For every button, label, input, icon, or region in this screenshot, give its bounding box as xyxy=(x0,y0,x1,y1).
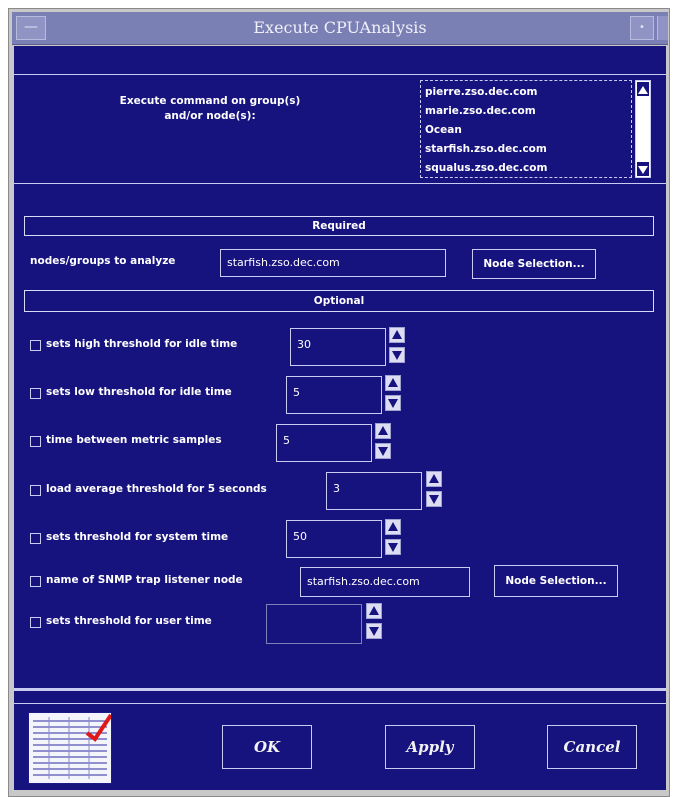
load-average-checkbox[interactable] xyxy=(30,485,41,496)
user-time-checkbox[interactable] xyxy=(30,617,41,628)
nodes-groups-input[interactable]: starfish.zso.dec.com xyxy=(220,249,446,277)
list-item[interactable]: squalus.zso.dec.com xyxy=(425,159,547,178)
option-label: sets high threshold for idle time xyxy=(46,338,238,350)
low-idle-checkbox[interactable] xyxy=(30,388,41,399)
user-time-input[interactable] xyxy=(266,604,362,644)
optional-section-header: Optional xyxy=(24,290,654,312)
arrow-down-icon xyxy=(429,495,439,504)
ok-button[interactable]: OK xyxy=(222,725,312,769)
high-idle-checkbox[interactable] xyxy=(30,340,41,351)
cancel-button[interactable]: Cancel xyxy=(547,725,637,769)
low-idle-input[interactable]: 5 xyxy=(286,376,382,414)
decrement-button[interactable] xyxy=(366,623,382,639)
node-list[interactable]: pierre.zso.dec.com marie.zso.dec.com Oce… xyxy=(420,80,632,178)
arrow-up-icon xyxy=(369,606,379,615)
increment-button[interactable] xyxy=(426,471,442,487)
arrow-up-icon xyxy=(388,522,398,531)
arrow-down-icon xyxy=(392,351,402,360)
window-menu-button[interactable]: — xyxy=(16,16,46,40)
minimize-button[interactable]: • xyxy=(630,16,654,40)
option-label: load average threshold for 5 seconds xyxy=(46,483,267,495)
decrement-button[interactable] xyxy=(385,395,401,411)
logo-icon xyxy=(33,713,113,779)
maximize-button[interactable] xyxy=(657,16,668,40)
snmp-listener-input[interactable]: starfish.zso.dec.com xyxy=(300,567,470,597)
arrow-down-icon xyxy=(638,166,648,174)
metric-samples-input[interactable]: 5 xyxy=(276,424,372,462)
arrow-up-icon xyxy=(429,474,439,483)
metric-samples-checkbox[interactable] xyxy=(30,436,41,447)
arrow-down-icon xyxy=(388,399,398,408)
arrow-up-icon xyxy=(392,330,402,339)
arrow-up-icon xyxy=(388,378,398,387)
list-item[interactable]: marie.zso.dec.com xyxy=(425,102,536,121)
node-list-scrollbar[interactable] xyxy=(635,80,651,178)
system-time-input[interactable]: 50 xyxy=(286,520,382,558)
load-average-input[interactable]: 3 xyxy=(326,472,422,510)
option-label: sets low threshold for idle time xyxy=(46,386,232,398)
decrement-button[interactable] xyxy=(385,539,401,555)
list-item[interactable]: starfish.zso.dec.com xyxy=(425,140,547,159)
decrement-button[interactable] xyxy=(375,443,391,459)
snmp-listener-checkbox[interactable] xyxy=(30,576,41,587)
window-title: Execute CPUAnalysis xyxy=(253,18,427,37)
separator xyxy=(14,74,666,75)
option-label: sets threshold for system time xyxy=(46,531,229,543)
option-label: sets threshold for user time xyxy=(46,615,212,627)
arrow-down-icon xyxy=(388,543,398,552)
increment-button[interactable] xyxy=(366,603,382,619)
arrow-down-icon xyxy=(378,447,388,456)
decrement-button[interactable] xyxy=(389,347,405,363)
option-label: time between metric samples xyxy=(46,434,222,446)
app-logo xyxy=(28,712,113,784)
separator xyxy=(14,183,666,184)
list-item[interactable]: pierre.zso.dec.com xyxy=(425,83,538,102)
option-label: name of SNMP trap listener node xyxy=(46,574,243,586)
execute-target-label: Execute command on group(s) and/or node(… xyxy=(119,95,301,122)
separator xyxy=(14,703,666,704)
list-item[interactable]: Ocean xyxy=(425,121,462,140)
nodes-groups-label: nodes/groups to analyze xyxy=(30,255,176,267)
increment-button[interactable] xyxy=(385,375,401,391)
arrow-up-icon xyxy=(638,86,648,94)
snmp-node-selection-button[interactable]: Node Selection... xyxy=(494,565,618,597)
scroll-up-button[interactable] xyxy=(637,82,649,96)
increment-button[interactable] xyxy=(385,519,401,535)
increment-button[interactable] xyxy=(375,423,391,439)
high-idle-input[interactable]: 30 xyxy=(290,328,386,366)
increment-button[interactable] xyxy=(389,327,405,343)
apply-button[interactable]: Apply xyxy=(385,725,475,769)
arrow-up-icon xyxy=(378,426,388,435)
system-time-checkbox[interactable] xyxy=(30,533,41,544)
arrow-down-icon xyxy=(369,627,379,636)
scroll-down-button[interactable] xyxy=(637,162,649,176)
node-selection-button[interactable]: Node Selection... xyxy=(472,249,596,279)
decrement-button[interactable] xyxy=(426,491,442,507)
separator xyxy=(14,688,666,691)
required-section-header: Required xyxy=(24,216,654,236)
